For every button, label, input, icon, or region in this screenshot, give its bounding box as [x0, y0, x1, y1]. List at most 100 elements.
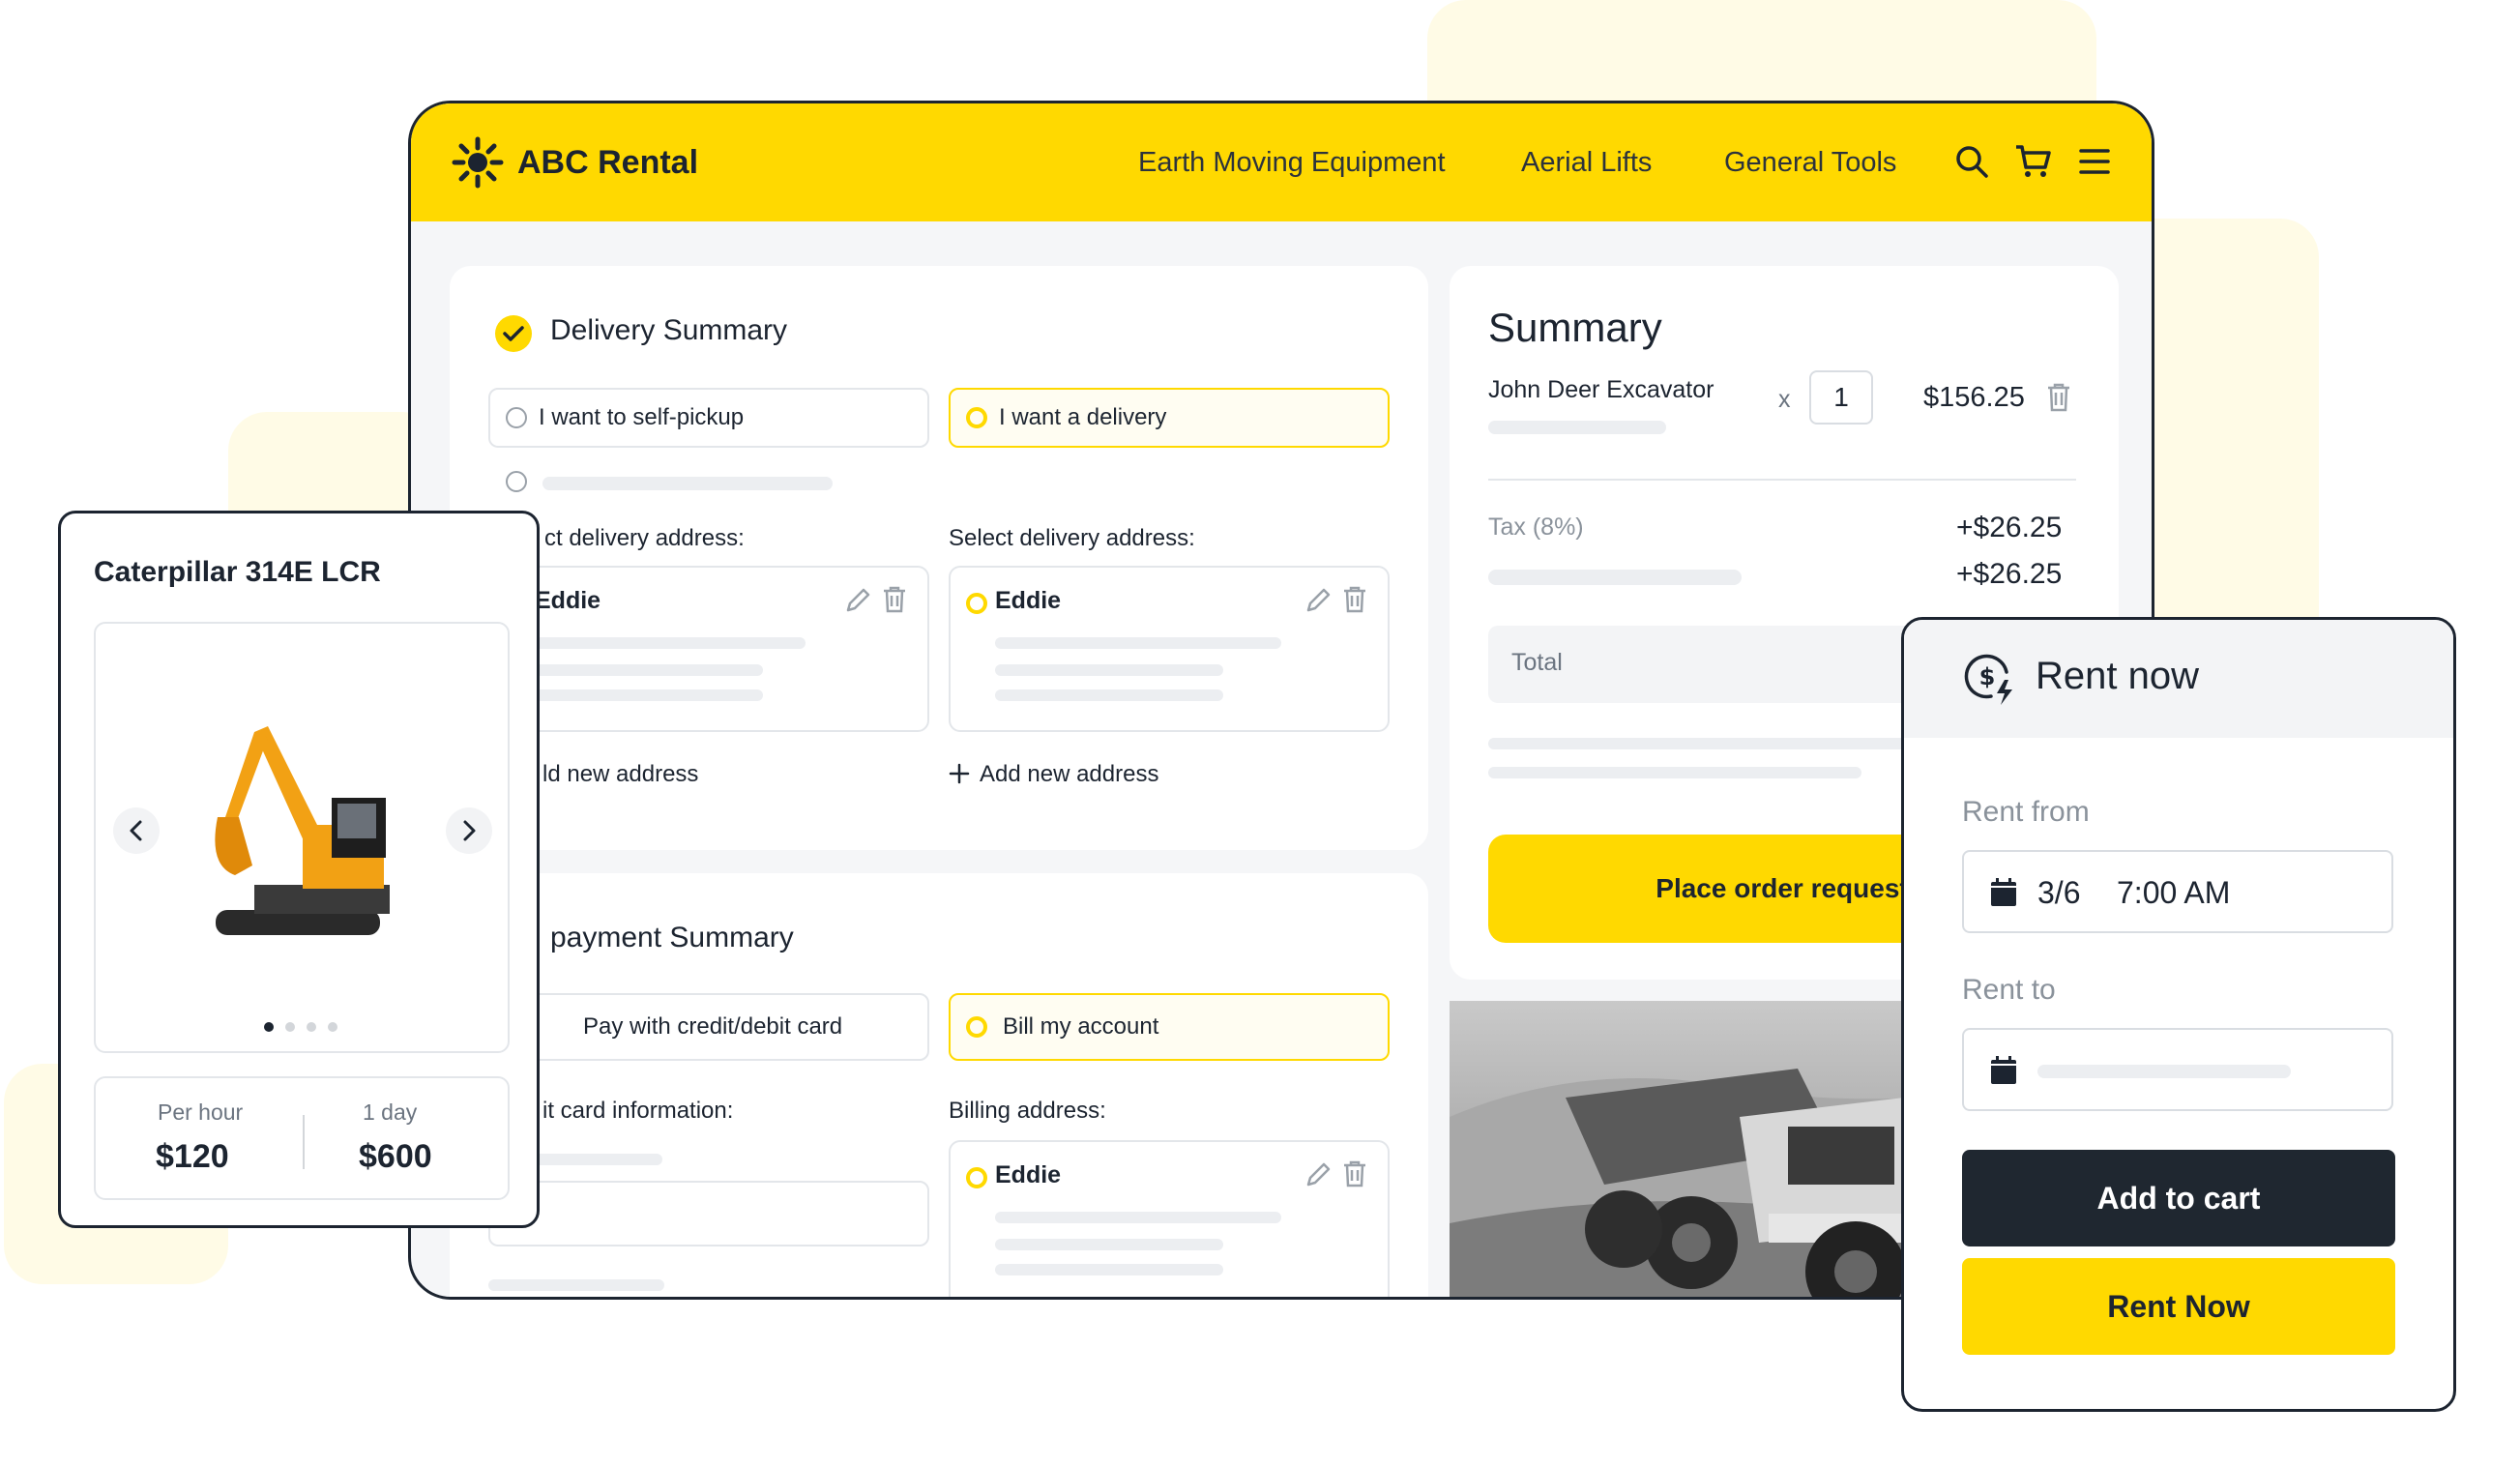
carousel-dot-active[interactable]: [264, 1022, 274, 1032]
top-nav-bar: ABC Rental Earth Moving Equipment Aerial…: [411, 103, 2152, 221]
per-day-label: 1 day: [363, 1100, 418, 1125]
price-divider: [303, 1115, 305, 1169]
placeholder-line: [1488, 570, 1742, 585]
carousel-next-button[interactable]: [446, 807, 492, 854]
address-card[interactable]: Eddie: [488, 566, 929, 732]
cart-icon[interactable]: [2014, 144, 2051, 179]
trash-icon[interactable]: [881, 585, 908, 614]
pencil-icon[interactable]: [844, 585, 873, 614]
placeholder-line: [2037, 1065, 2291, 1078]
trash-icon[interactable]: [1341, 585, 1368, 614]
placeholder-line: [995, 1239, 1223, 1250]
carousel-prev-button[interactable]: [113, 807, 160, 854]
item-name: John Deer Excavator: [1488, 376, 1714, 403]
product-card: Caterpillar 314E LCR Per hour $120 1 day…: [58, 511, 540, 1228]
sun-logo-icon: [452, 136, 504, 189]
product-image-carousel: [94, 622, 510, 1053]
placeholder-line: [1488, 767, 1861, 778]
per-hour-label: Per hour: [158, 1100, 244, 1125]
extra-value: +$26.25: [1956, 558, 2063, 590]
radio-selected: [966, 593, 987, 614]
rent-from-time: 7:00 AM: [2117, 875, 2231, 910]
address-name: Eddie: [535, 587, 601, 614]
product-name: Caterpillar 314E LCR: [94, 556, 381, 588]
nav-link-general-tools[interactable]: General Tools: [1724, 103, 1896, 221]
billing-address-card[interactable]: Eddie: [949, 1140, 1390, 1297]
rent-to-input[interactable]: [1962, 1028, 2393, 1111]
payment-title: payment Summary: [550, 922, 794, 953]
card-payment-option[interactable]: Pay with credit/debit card: [488, 993, 929, 1061]
address-name: Eddie: [995, 587, 1062, 614]
placeholder-line: [535, 664, 763, 676]
address-card[interactable]: Eddie: [949, 566, 1390, 732]
divider: [1488, 479, 2076, 481]
tax-value: +$26.25: [1956, 512, 2063, 543]
add-address-link[interactable]: ld new address: [542, 761, 698, 788]
plus-icon: [949, 763, 970, 784]
menu-icon[interactable]: [2078, 146, 2111, 177]
placeholder-line: [535, 689, 763, 701]
self-pickup-label: I want to self-pickup: [539, 404, 745, 430]
rent-from-date: 3/6: [2037, 875, 2081, 910]
billing-name: Eddie: [995, 1161, 1062, 1188]
chevron-left-icon: [130, 820, 142, 841]
trash-icon[interactable]: [2045, 382, 2072, 413]
carousel-dot[interactable]: [285, 1022, 295, 1032]
add-to-cart-button[interactable]: Add to cart: [1962, 1150, 2395, 1246]
item-price: $156.25: [1923, 382, 2025, 413]
qty-prefix: x: [1778, 386, 1791, 413]
rent-from-input[interactable]: 3/6 7:00 AM: [1962, 850, 2393, 933]
trash-icon[interactable]: [1341, 1159, 1368, 1188]
delivery-address-label: ct delivery address:: [544, 525, 745, 551]
placeholder-line: [535, 637, 806, 649]
total-label: Total: [1511, 649, 1563, 676]
chevron-right-icon: [463, 820, 476, 841]
placeholder-line: [995, 664, 1223, 676]
radio-selected: [966, 407, 987, 428]
per-hour-price: $120: [156, 1138, 229, 1175]
radio-unselected[interactable]: [506, 471, 527, 492]
delivery-summary-card: Delivery Summary I want to self-pickup I…: [450, 266, 1428, 850]
main-window: ABC Rental Earth Moving Equipment Aerial…: [408, 101, 2154, 1300]
card-payment-label: Pay with credit/debit card: [583, 1013, 843, 1040]
pencil-icon[interactable]: [1304, 1159, 1333, 1188]
placeholder-line: [488, 1279, 664, 1291]
pencil-icon[interactable]: [1304, 585, 1333, 614]
nav-link-aerial-lifts[interactable]: Aerial Lifts: [1521, 103, 1652, 221]
search-icon[interactable]: [1954, 144, 1989, 179]
qty-input[interactable]: 1: [1809, 370, 1873, 425]
brand-name[interactable]: ABC Rental: [517, 103, 698, 221]
rent-now-button[interactable]: Rent Now: [1962, 1258, 2395, 1355]
carousel-dot[interactable]: [328, 1022, 337, 1032]
radio-selected: [966, 1016, 987, 1038]
placeholder-line: [995, 637, 1281, 649]
payment-summary-card: payment Summary Pay with credit/debit ca…: [450, 873, 1428, 1297]
radio-unselected: [506, 407, 527, 428]
placeholder-line: [995, 689, 1223, 701]
delivery-title: Delivery Summary: [550, 314, 788, 346]
card-number-input[interactable]: [488, 1181, 929, 1246]
billing-address-label: Billing address:: [949, 1098, 1106, 1124]
delivery-option-label: I want a delivery: [999, 404, 1167, 430]
bill-account-option[interactable]: Bill my account: [949, 993, 1390, 1061]
dollar-bolt-icon: $: [1964, 654, 2012, 705]
carousel-dot[interactable]: [307, 1022, 316, 1032]
delivery-address-label: Select delivery address:: [949, 525, 1195, 551]
summary-title: Summary: [1488, 305, 1662, 350]
rent-panel-title: Rent now: [2036, 655, 2199, 697]
delivery-option[interactable]: I want a delivery: [949, 388, 1390, 448]
calendar-icon: [1991, 878, 2016, 906]
placeholder-line: [995, 1212, 1281, 1223]
price-box: Per hour $120 1 day $600: [94, 1076, 510, 1200]
check-circle-icon: [495, 315, 532, 352]
per-day-price: $600: [359, 1138, 432, 1175]
rent-from-label: Rent from: [1962, 796, 2090, 828]
rent-panel-header: $ Rent now: [1904, 620, 2453, 738]
nav-link-earth-moving[interactable]: Earth Moving Equipment: [1138, 103, 1446, 221]
calendar-icon: [1991, 1056, 2016, 1084]
rent-to-label: Rent to: [1962, 974, 2056, 1006]
self-pickup-option[interactable]: I want to self-pickup: [488, 388, 929, 448]
placeholder-line: [542, 477, 833, 490]
svg-text:$: $: [1979, 663, 1996, 690]
add-address-link[interactable]: Add new address: [980, 761, 1158, 788]
